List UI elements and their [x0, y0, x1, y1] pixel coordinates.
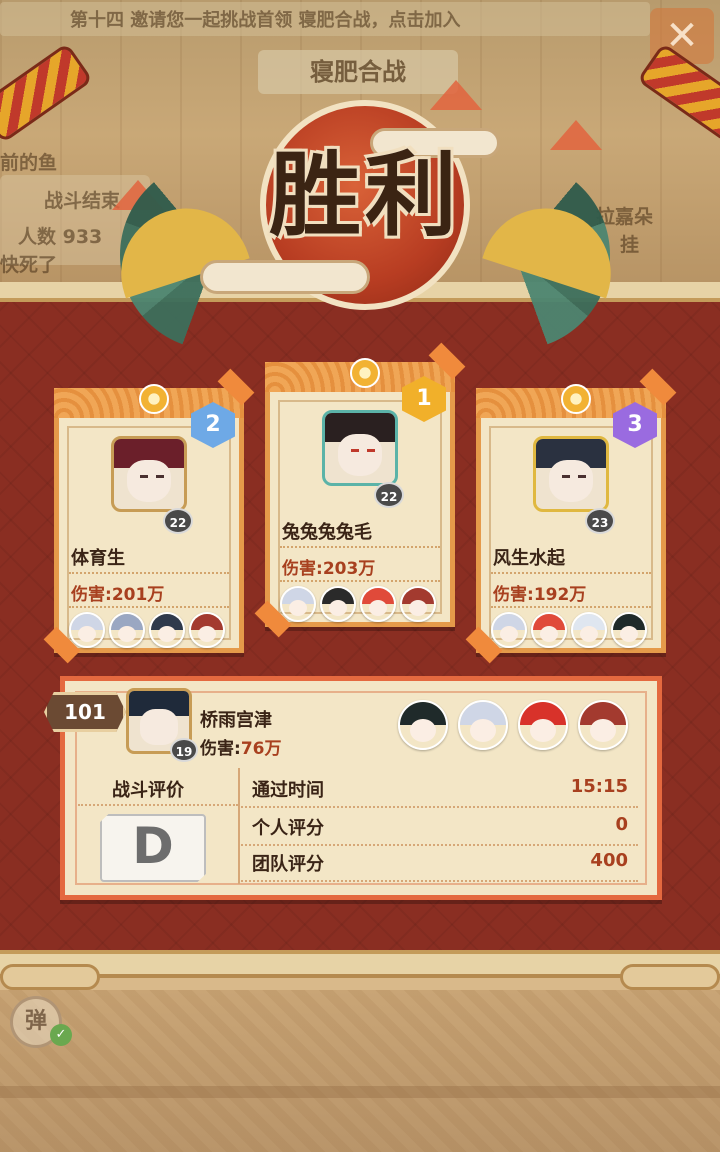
victory-title: 胜利: [268, 141, 461, 249]
medal-icon: [350, 358, 380, 388]
background-floor: [0, 990, 720, 1152]
top-player-card-rank-1[interactable]: 1 22 兔兔兔兔毛 伤害:203万: [254, 342, 466, 638]
player-name: 风生水起: [493, 548, 565, 569]
top-player-card-rank-2[interactable]: 2 22 体育生 伤害:201万: [43, 368, 255, 664]
shikigami-avatar: [398, 700, 448, 750]
shikigami-avatar: [578, 700, 628, 750]
shikigami-avatar: [531, 612, 567, 648]
paper-crane-icon: [550, 120, 602, 150]
shikigami-avatar: [320, 586, 356, 622]
bg-label: 战斗结束: [44, 190, 121, 212]
shikigami-avatar: [360, 586, 396, 622]
damage-text: 伤害:192万: [493, 585, 587, 605]
avatar: [533, 436, 609, 512]
shikigami-avatar: [400, 586, 436, 622]
frame-ornament: [0, 964, 100, 990]
level-badge: 22: [374, 482, 404, 508]
panel-bottom-frame: [0, 950, 720, 978]
shikigami-list: [280, 586, 436, 622]
damage-text: 伤害:203万: [282, 559, 376, 579]
shikigami-avatar: [571, 612, 607, 648]
avatar: [111, 436, 187, 512]
self-level-badge: 19: [170, 738, 198, 762]
check-icon: ✓: [50, 1024, 72, 1046]
stat-label-time: 通过时间: [252, 780, 324, 801]
shikigami-avatar: [109, 612, 145, 648]
level-badge: 23: [585, 508, 615, 534]
medal-icon: [561, 384, 591, 414]
self-rank-plate: 101: [44, 692, 126, 732]
shikigami-list: [69, 612, 225, 648]
bg-label: 挂: [620, 234, 640, 256]
shikigami-avatar: [189, 612, 225, 648]
shikigami-avatar: [149, 612, 185, 648]
shikigami-avatar: [518, 700, 568, 750]
player-name: 兔兔兔兔毛: [282, 522, 372, 543]
stat-value-personal: 0: [615, 814, 628, 835]
damage-text: 伤害:201万: [71, 585, 165, 605]
shikigami-avatar: [458, 700, 508, 750]
stat-value-time: 15:15: [570, 776, 628, 797]
bg-label: 人数 933: [18, 226, 103, 248]
self-damage-text: 伤害:76万: [200, 739, 282, 759]
shikigami-avatar: [69, 612, 105, 648]
cloud-ornament: [200, 260, 370, 294]
self-player-name: 桥雨宫津: [200, 710, 272, 731]
shikigami-list: [491, 612, 647, 648]
frame-ornament: [620, 964, 720, 990]
shikigami-avatar: [491, 612, 527, 648]
level-badge: 22: [163, 508, 193, 534]
paper-crane-icon: [430, 80, 482, 110]
evaluation-label: 战斗评价: [112, 780, 184, 801]
bg-label: 快死了: [0, 254, 58, 276]
avatar: [322, 410, 398, 486]
invite-banner-text: 第十四 邀请您一起挑战首领 寝肥合战，点击加入: [70, 10, 461, 31]
shikigami-avatar: [280, 586, 316, 622]
stat-value-team: 400: [590, 850, 628, 871]
grade-letter: D: [132, 817, 174, 875]
shikigami-avatar: [611, 612, 647, 648]
player-name: 体育生: [71, 548, 125, 569]
self-shikigami-list: [398, 700, 628, 750]
bg-label: 前的鱼: [0, 152, 58, 174]
stat-label-team: 团队评分: [252, 854, 324, 875]
stat-label-personal: 个人评分: [252, 818, 324, 839]
top-player-card-rank-3[interactable]: 3 23 风生水起 伤害:192万: [465, 368, 677, 664]
medal-icon: [139, 384, 169, 414]
boss-title: 寝肥合战: [258, 50, 458, 94]
